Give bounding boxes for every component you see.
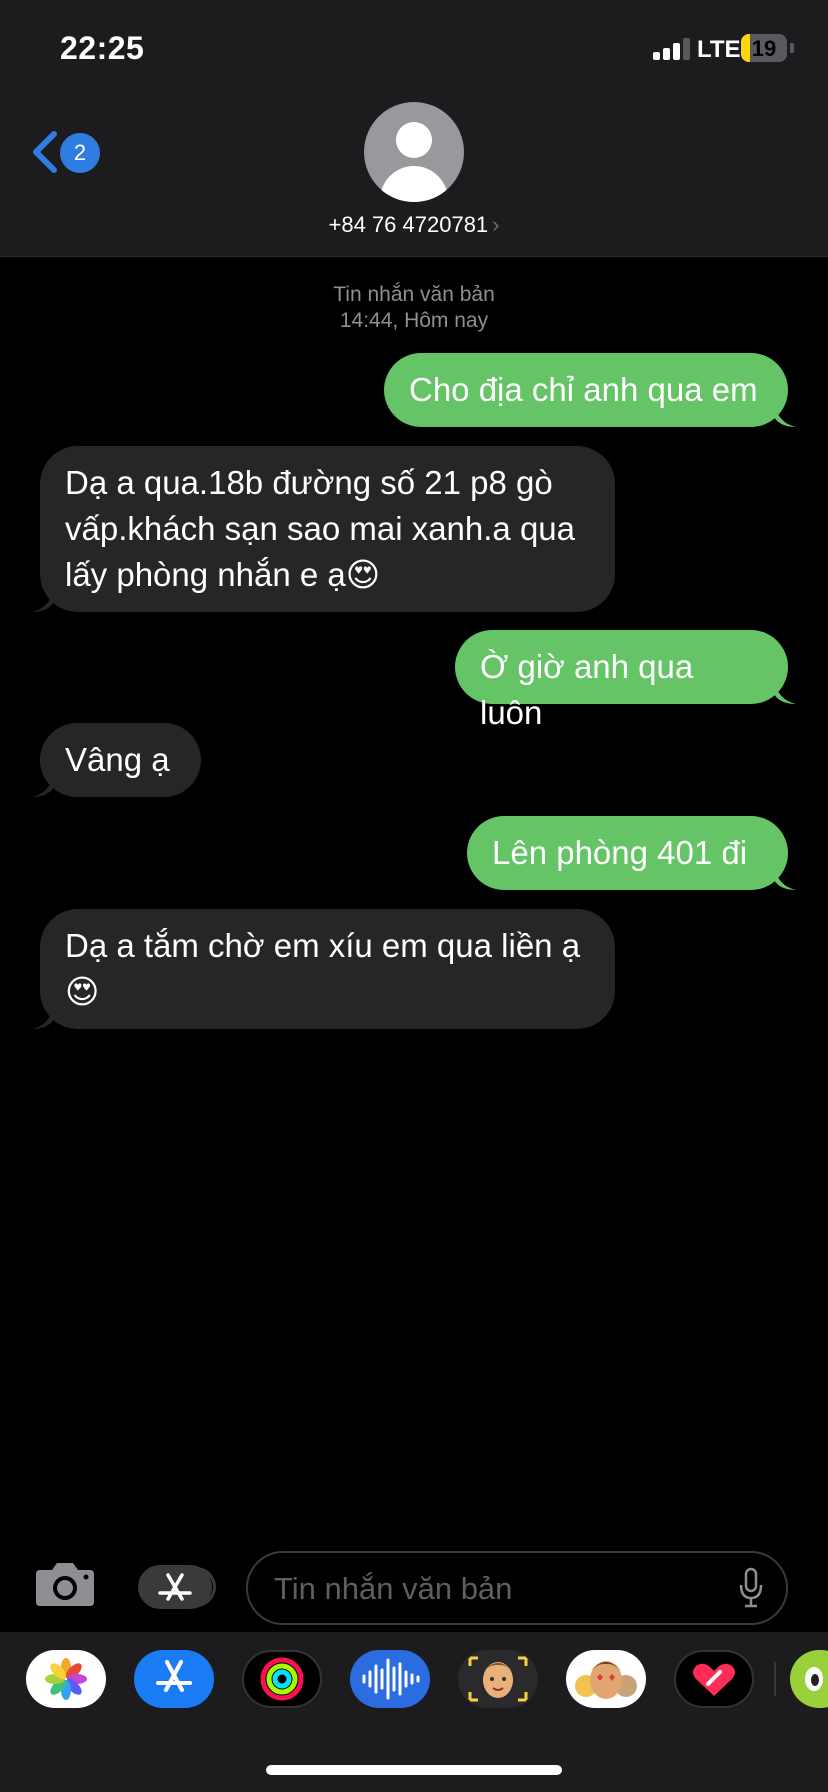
app-store-icon[interactable]	[138, 1565, 216, 1609]
message-type-label: Tin nhắn văn bản	[333, 283, 495, 306]
message-text: Vâng ạ	[65, 741, 170, 778]
network-type: LTE	[697, 36, 741, 63]
message-input[interactable]: Tin nhắn văn bản	[246, 1551, 788, 1625]
message-bubble-incoming[interactable]: Vâng ạ	[32, 723, 201, 797]
contact-avatar[interactable]	[364, 102, 464, 202]
battery-cap	[790, 43, 794, 53]
battery-icon: 19	[741, 34, 787, 62]
back-chevron-icon[interactable]	[30, 130, 60, 174]
message-bubble-outgoing[interactable]: Cho địa chỉ anh qua em	[384, 353, 796, 427]
message-timestamp: 14:44, Hôm nay	[339, 309, 489, 332]
activity-icon[interactable]	[242, 1650, 322, 1708]
bubble-tail	[32, 1005, 54, 1029]
microphone-icon[interactable]	[738, 1567, 764, 1609]
unread-count-badge[interactable]: 2	[60, 133, 100, 173]
status-bar: 22:25 LTE 19	[0, 0, 828, 100]
message-text: Lên phòng 401 đi	[492, 834, 748, 871]
camera-icon[interactable]	[34, 1560, 96, 1608]
message-bubble-outgoing[interactable]: Lên phòng 401 đi	[467, 816, 796, 890]
bubble-tail	[32, 588, 54, 612]
cellular-signal-icon	[653, 38, 690, 60]
person-icon	[396, 122, 432, 158]
memoji-icon[interactable]	[458, 1650, 538, 1708]
battery-level: 19	[751, 36, 777, 61]
drawer-divider	[774, 1662, 776, 1696]
bubble-tail	[774, 680, 796, 704]
message-text: Dạ a qua.18b đường số 21 p8 gò vấp.khách…	[65, 464, 576, 593]
message-text: Dạ a tắm chờ em xíu em qua liền ạ 😍	[65, 927, 581, 1010]
contact-name[interactable]: +84 76 4720781 ›	[0, 212, 828, 238]
message-text: Ờ giờ anh qua luôn	[480, 648, 694, 731]
bubble-tail	[32, 773, 54, 797]
input-placeholder: Tin nhắn văn bản	[274, 1571, 513, 1606]
message-bubble-incoming[interactable]: Dạ a qua.18b đường số 21 p8 gò vấp.khách…	[32, 446, 615, 612]
bubble-tail	[774, 403, 796, 427]
app-store-icon[interactable]	[134, 1650, 214, 1708]
audio-message-icon[interactable]	[350, 1650, 430, 1708]
bubble-tail	[774, 866, 796, 890]
chevron-right-icon: ›	[492, 212, 500, 237]
message-bubble-outgoing[interactable]: Ờ giờ anh qua luôn	[455, 630, 796, 731]
memoji-stickers-icon[interactable]	[566, 1650, 646, 1708]
photos-icon[interactable]	[26, 1650, 106, 1708]
message-bubble-incoming[interactable]: Dạ a tắm chờ em xíu em qua liền ạ 😍	[32, 909, 615, 1029]
more-apps-icon[interactable]	[790, 1650, 828, 1708]
message-text: Cho địa chỉ anh qua em	[409, 371, 758, 408]
digital-touch-icon[interactable]	[674, 1650, 754, 1708]
status-time: 22:25	[60, 30, 145, 66]
conversation-header: 2 +84 76 4720781 ›	[0, 100, 828, 257]
contact-number: +84 76 4720781	[328, 212, 489, 237]
home-indicator[interactable]	[266, 1765, 562, 1775]
